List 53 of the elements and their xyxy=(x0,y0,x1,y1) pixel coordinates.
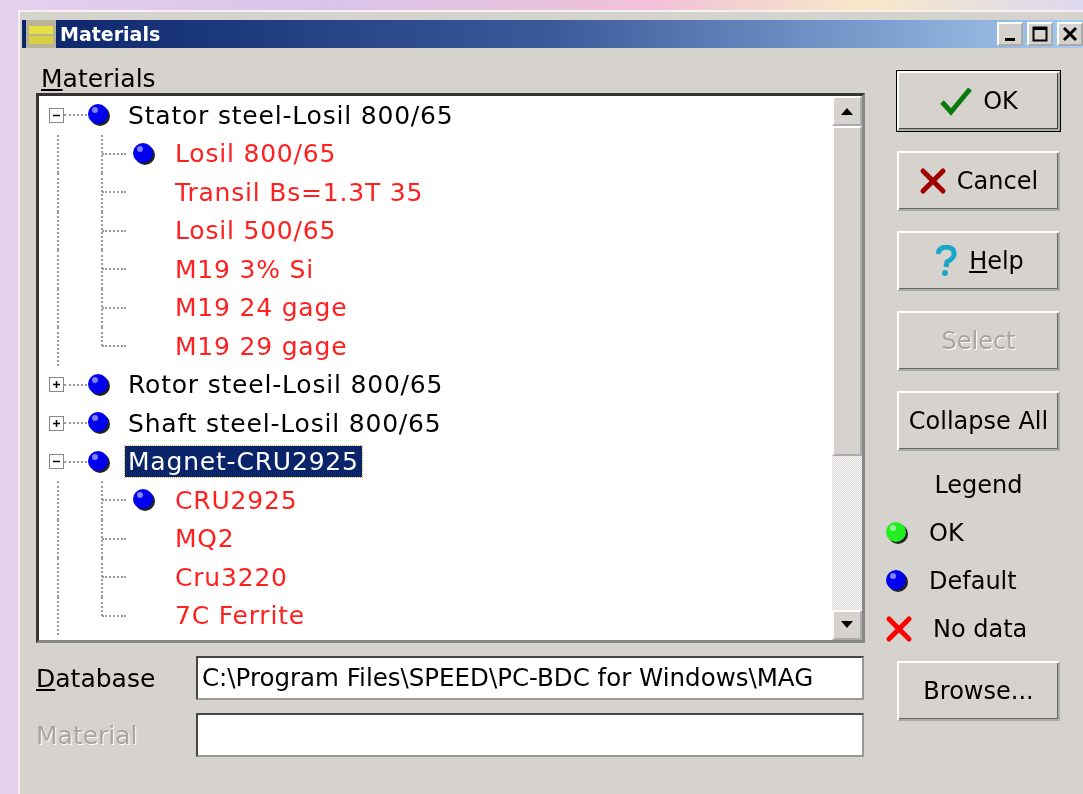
cross-icon xyxy=(918,167,947,195)
help-icon xyxy=(933,245,960,277)
browse-button[interactable]: Browse... xyxy=(897,661,1060,721)
tree-item[interactable]: Magnet-CRU2925 xyxy=(125,446,362,478)
checkmark-icon xyxy=(939,86,974,116)
scroll-up-button[interactable] xyxy=(832,96,862,126)
tree-item[interactable]: MQ2 xyxy=(172,523,238,555)
dialog-button[interactable]: OK xyxy=(897,71,1060,131)
down-arrow-icon xyxy=(841,621,853,629)
dialog-button[interactable]: Help xyxy=(897,231,1060,291)
tree-item[interactable]: Stator steel-Losil 800/65 xyxy=(125,99,457,131)
tree-item[interactable]: Losil 800/65 xyxy=(172,138,340,170)
dialog-button[interactable]: Cancel xyxy=(897,151,1060,211)
tree-item[interactable]: Shaft steel-Losil 800/65 xyxy=(125,407,445,439)
tree-item[interactable]: 7C Ferrite xyxy=(172,600,308,632)
scrollbar-thumb[interactable] xyxy=(832,126,862,456)
close-icon xyxy=(1062,26,1078,42)
collapse-button[interactable] xyxy=(49,107,64,123)
window-title: Materials xyxy=(60,23,162,45)
material-field[interactable] xyxy=(196,713,864,757)
tree-item[interactable]: M19 3% Si xyxy=(172,253,317,285)
minimize-button[interactable] xyxy=(997,22,1023,46)
maximize-icon xyxy=(1032,26,1048,42)
cross-icon xyxy=(885,615,913,643)
plus-icon xyxy=(51,417,62,429)
dialog-button[interactable]: Collapse All xyxy=(897,391,1060,451)
scrollbar[interactable] xyxy=(832,96,862,640)
scroll-down-button[interactable] xyxy=(832,610,862,640)
maximize-button[interactable] xyxy=(1027,22,1053,46)
minimize-icon xyxy=(1005,37,1015,41)
field-label: Database xyxy=(36,663,157,693)
materials-label: Materials xyxy=(41,64,156,93)
status-dot-icon xyxy=(885,569,909,593)
legend-label: No data xyxy=(933,615,1028,643)
app-icon xyxy=(26,20,56,48)
expand-button[interactable] xyxy=(49,377,64,393)
tree-item[interactable]: CRU2925 xyxy=(172,484,301,516)
legend-title: Legend xyxy=(934,471,1023,499)
tree-item[interactable]: M19 29 gage xyxy=(172,330,351,362)
collapse-button[interactable] xyxy=(49,454,64,470)
tree-item[interactable]: M19 24 gage xyxy=(172,292,351,324)
status-dot-icon xyxy=(885,521,909,545)
tree-item[interactable]: Losil 500/65 xyxy=(172,215,340,247)
up-arrow-icon xyxy=(841,107,853,115)
tree-item[interactable]: Transil Bs=1.3T 35 xyxy=(172,176,427,208)
tree-item[interactable]: Rotor steel-Losil 800/65 xyxy=(125,369,447,401)
database-path-field[interactable]: C:\Program Files\SPEED\PC-BDC for Windows\MAG xyxy=(196,656,864,700)
expand-button[interactable] xyxy=(49,415,64,431)
close-button[interactable] xyxy=(1057,22,1083,46)
plus-icon xyxy=(51,379,62,391)
tree-item[interactable]: Cru3220 xyxy=(172,561,291,593)
legend-label: Default xyxy=(929,567,1017,595)
legend-label: OK xyxy=(929,519,964,547)
